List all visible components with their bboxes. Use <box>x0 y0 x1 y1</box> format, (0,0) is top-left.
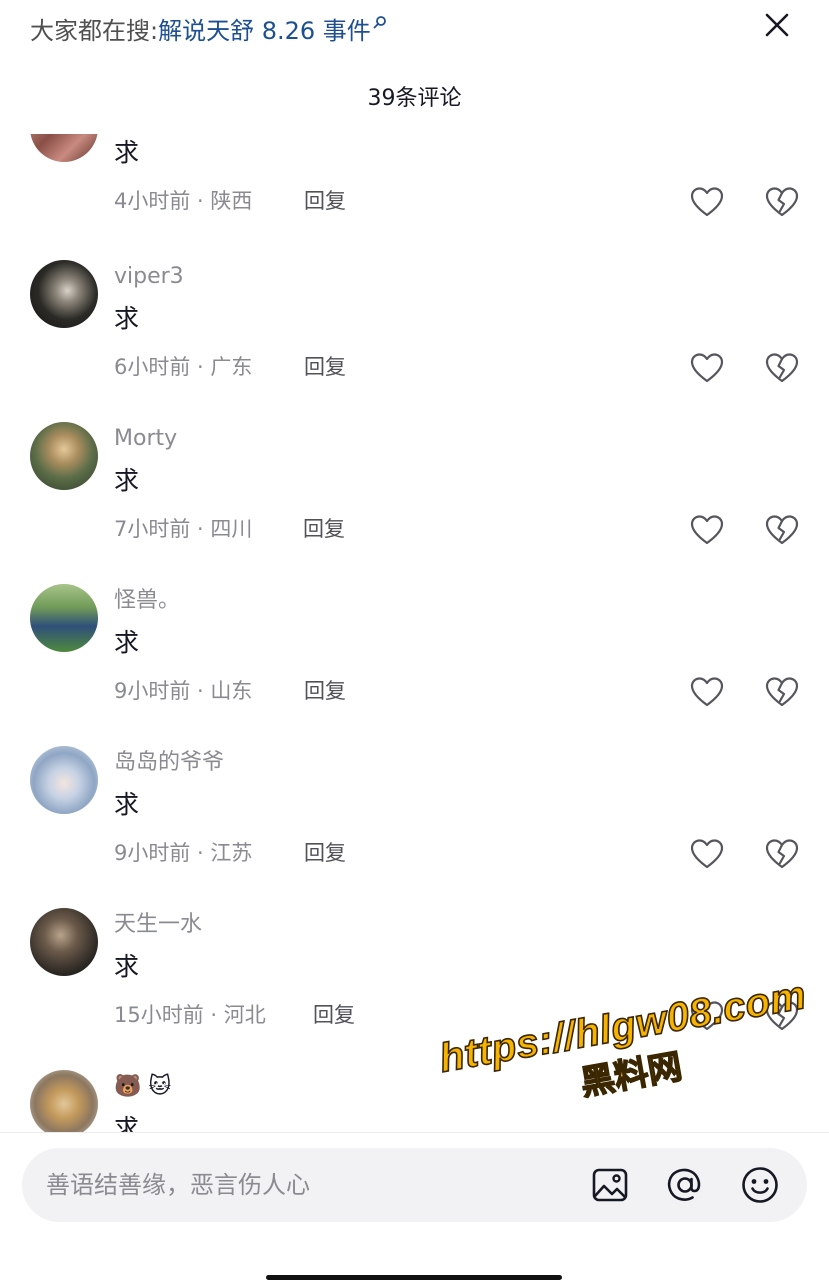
top-bar: 大家都在搜:解说天舒 8.26 事件 <box>0 0 829 62</box>
comment-meta: 15小时前 · 河北 <box>114 1003 266 1027</box>
comment-text: 求 <box>114 304 140 333</box>
search-suggestion-term[interactable]: 解说天舒 8.26 事件 <box>158 17 371 45</box>
comment-item: 岛岛的爷爷 求 9小时前 · 江苏 回复 <box>0 746 829 908</box>
close-icon[interactable] <box>758 6 796 44</box>
avatar[interactable] <box>30 260 98 328</box>
comment-username[interactable]: 🐻 🐱 <box>114 1072 171 1102</box>
comment-meta: 6小时前 · 广东 <box>114 355 253 379</box>
broken-heart-icon[interactable] <box>765 186 799 218</box>
comment-username[interactable]: Morty <box>114 424 177 454</box>
avatar[interactable] <box>30 584 98 652</box>
emoji-icon[interactable] <box>738 1163 782 1207</box>
search-suggestion[interactable]: 大家都在搜:解说天舒 8.26 事件 <box>30 14 387 48</box>
comment-input-placeholder: 善语结善缘，恶言伤人心 <box>46 1171 310 1199</box>
comment-item: 天生一水 求 15小时前 · 河北 回复 <box>0 908 829 1070</box>
heart-outline-icon[interactable] <box>690 514 724 546</box>
comment-input[interactable]: 善语结善缘，恶言伤人心 <box>22 1148 807 1222</box>
avatar[interactable] <box>30 908 98 976</box>
home-indicator <box>266 1275 562 1280</box>
comment-list[interactable]: 求 4小时前 · 陕西 回复 viper3 求 6小时前 · 广东 回复 Mor… <box>0 134 829 1132</box>
comment-text: 求 <box>114 138 140 167</box>
search-suggestion-label: 大家都在搜: <box>30 17 159 45</box>
comment-item: 怪兽。 求 9小时前 · 山东 回复 <box>0 584 829 746</box>
broken-heart-icon[interactable] <box>765 1000 799 1032</box>
broken-heart-icon[interactable] <box>765 514 799 546</box>
avatar[interactable] <box>30 134 98 162</box>
heart-outline-icon[interactable] <box>690 186 724 218</box>
comment-meta: 9小时前 · 江苏 <box>114 841 253 865</box>
reply-button[interactable]: 回复 <box>304 838 346 868</box>
comment-item: 求 4小时前 · 陕西 回复 <box>0 134 829 256</box>
comment-text: 求 <box>114 1114 140 1132</box>
broken-heart-icon[interactable] <box>765 352 799 384</box>
comment-text: 求 <box>114 466 140 495</box>
comment-username[interactable]: viper3 <box>114 262 184 292</box>
reply-button[interactable]: 回复 <box>304 676 346 706</box>
reply-button[interactable]: 回复 <box>303 514 345 544</box>
reply-button[interactable]: 回复 <box>304 352 346 382</box>
comment-meta: 4小时前 · 陕西 <box>114 189 253 213</box>
search-icon <box>373 16 386 29</box>
divider <box>0 1132 829 1133</box>
comment-username[interactable]: 怪兽。 <box>114 586 180 616</box>
broken-heart-icon[interactable] <box>765 676 799 708</box>
at-icon[interactable] <box>663 1163 707 1207</box>
reply-button[interactable]: 回复 <box>313 1000 355 1030</box>
broken-heart-icon[interactable] <box>765 838 799 870</box>
image-icon[interactable] <box>588 1163 632 1207</box>
comment-meta: 9小时前 · 山东 <box>114 679 253 703</box>
avatar[interactable] <box>30 1070 98 1132</box>
comment-item: Morty 求 7小时前 · 四川 回复 <box>0 422 829 584</box>
avatar[interactable] <box>30 422 98 490</box>
comment-username[interactable]: 岛岛的爷爷 <box>114 748 224 778</box>
comment-text: 求 <box>114 790 140 819</box>
avatar[interactable] <box>30 746 98 814</box>
comment-text: 求 <box>114 952 140 981</box>
comment-meta: 7小时前 · 四川 <box>114 517 253 541</box>
comment-item: 🐻 🐱 求 <box>0 1070 829 1132</box>
heart-outline-icon[interactable] <box>690 352 724 384</box>
comment-text: 求 <box>114 628 140 657</box>
heart-outline-icon[interactable] <box>690 676 724 708</box>
heart-outline-icon[interactable] <box>690 838 724 870</box>
comment-item: viper3 求 6小时前 · 广东 回复 <box>0 260 829 422</box>
comment-count: 39条评论 <box>367 86 462 111</box>
heart-outline-icon[interactable] <box>690 1000 724 1032</box>
reply-button[interactable]: 回复 <box>304 186 346 216</box>
comment-username[interactable]: 天生一水 <box>114 910 202 940</box>
